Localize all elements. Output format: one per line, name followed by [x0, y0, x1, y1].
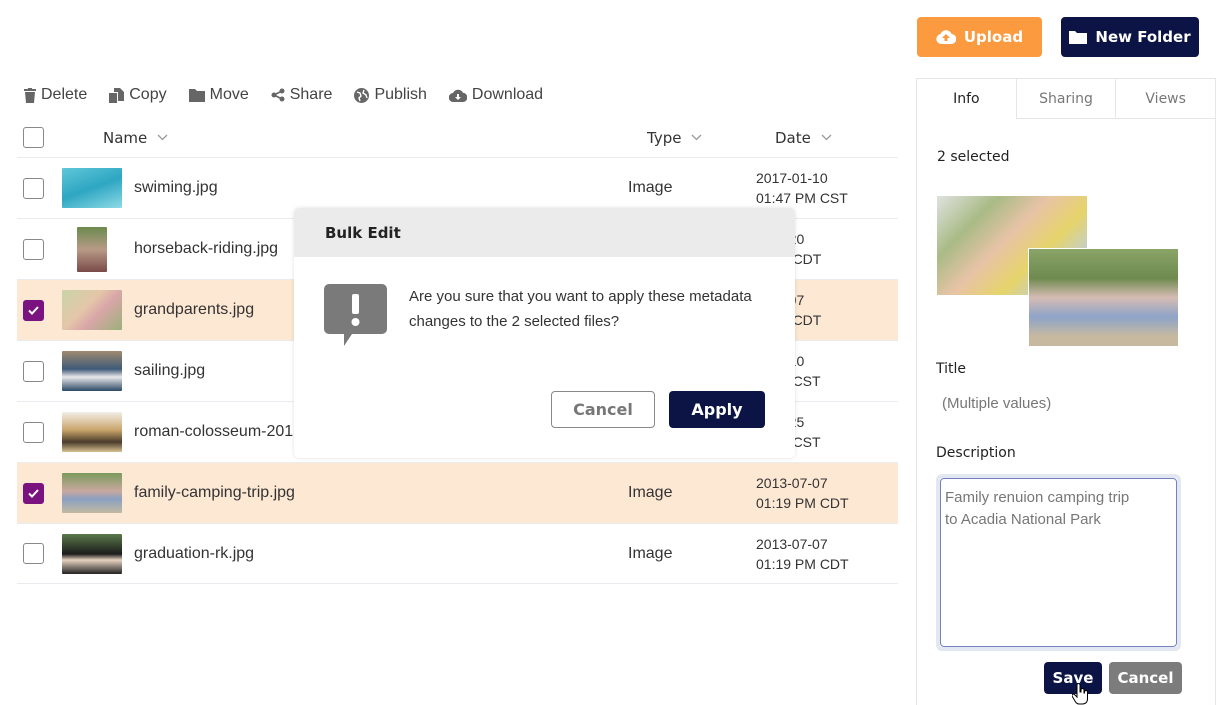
cloud-upload-icon	[936, 30, 956, 44]
thumbnail-colosseum	[62, 412, 122, 452]
file-name[interactable]: swiming.jpg	[134, 179, 628, 197]
thumbnail-horseback	[77, 226, 107, 272]
details-panel: Info Sharing Views 2 selected Title (Mul…	[916, 78, 1216, 705]
trash-icon	[24, 87, 36, 103]
row-checkbox[interactable]	[23, 299, 44, 321]
select-all-checkbox[interactable]	[23, 127, 44, 148]
column-header-type[interactable]: Type	[647, 129, 775, 147]
tab-views[interactable]: Views	[1115, 79, 1216, 119]
share-icon	[271, 88, 285, 102]
chevron-down-icon	[691, 134, 702, 141]
action-toolbar: Delete Copy Move Share Publish Download	[24, 86, 543, 104]
cloud-download-icon	[448, 89, 467, 102]
tab-info[interactable]: Info	[917, 79, 1016, 119]
alert-speech-bubble-icon	[324, 284, 387, 346]
thumbnail-swimming	[62, 168, 122, 208]
checkmark-icon	[28, 488, 39, 498]
share-button[interactable]: Share	[271, 86, 333, 104]
tab-sharing[interactable]: Sharing	[1015, 79, 1116, 119]
file-name[interactable]: family-camping-trip.jpg	[134, 484, 628, 502]
publish-label: Publish	[374, 86, 427, 103]
row-checkbox[interactable]	[23, 421, 44, 443]
download-label: Download	[471, 86, 544, 103]
thumbnail-sailing	[62, 351, 122, 391]
new-folder-button[interactable]: New Folder	[1061, 17, 1199, 57]
file-name[interactable]: graduation-rk.jpg	[134, 545, 628, 563]
upload-label: Upload	[963, 28, 1024, 46]
hand-cursor-icon	[1072, 684, 1088, 705]
table-row[interactable]: family-camping-trip.jpg Image 2013-07-07…	[17, 463, 898, 524]
copy-icon	[109, 87, 125, 103]
file-date: 2013-07-07 01:19 PM CDT	[756, 475, 849, 511]
panel-tabs: Info Sharing Views	[917, 79, 1216, 119]
folder-icon	[1069, 31, 1088, 44]
delete-button[interactable]: Delete	[24, 86, 87, 104]
upload-button[interactable]: Upload	[917, 17, 1042, 57]
move-label: Move	[209, 86, 249, 103]
row-checkbox[interactable]	[23, 177, 44, 199]
publish-button[interactable]: Publish	[354, 86, 427, 104]
new-folder-label: New Folder	[1095, 28, 1191, 46]
table-header: Name Type Date	[17, 118, 898, 158]
dialog-apply-button[interactable]: Apply	[669, 391, 765, 428]
chevron-down-icon	[157, 134, 168, 141]
preview-image-family-camping	[1028, 248, 1179, 347]
file-date: 2013-07-07 01:19 PM CDT	[756, 535, 849, 572]
description-label: Description	[936, 445, 1016, 461]
globe-icon	[354, 87, 370, 103]
description-field-wrapper	[936, 474, 1181, 651]
copy-label: Copy	[129, 86, 167, 103]
thumbnail-family-camping	[62, 473, 122, 513]
file-date: 2017-01-10 01:47 PM CST	[756, 170, 848, 206]
column-header-date[interactable]: Date	[775, 129, 832, 147]
selected-count: 2 selected	[937, 149, 1010, 165]
thumbnail-grandparents	[62, 290, 122, 330]
dialog-title: Bulk Edit	[294, 208, 795, 257]
column-header-name[interactable]: Name	[103, 129, 647, 147]
title-value[interactable]: (Multiple values)	[942, 395, 1051, 412]
file-type: Image	[628, 544, 673, 562]
description-textarea[interactable]	[940, 478, 1177, 647]
panel-cancel-button[interactable]: Cancel	[1109, 662, 1182, 694]
share-label: Share	[289, 86, 333, 103]
thumbnail-graduation	[62, 533, 122, 574]
checkmark-icon	[28, 305, 39, 315]
move-button[interactable]: Move	[188, 86, 249, 104]
row-checkbox[interactable]	[23, 238, 44, 260]
row-checkbox[interactable]	[23, 543, 44, 564]
dialog-message: Are you sure that you want to apply thes…	[409, 288, 752, 330]
file-type: Image	[628, 484, 673, 501]
row-checkbox[interactable]	[23, 360, 44, 382]
title-label: Title	[936, 361, 967, 377]
delete-label: Delete	[41, 86, 88, 103]
file-type: Image	[628, 179, 673, 196]
download-button[interactable]: Download	[448, 86, 544, 104]
dialog-cancel-button[interactable]: Cancel	[551, 391, 655, 428]
copy-button[interactable]: Copy	[109, 86, 167, 104]
folder-icon	[188, 88, 205, 102]
table-row[interactable]: graduation-rk.jpg Image 2013-07-07 01:19 …	[17, 524, 898, 584]
chevron-down-icon	[821, 134, 832, 141]
bulk-edit-dialog: Bulk Edit Are you sure that you want to …	[294, 208, 795, 458]
row-checkbox[interactable]	[23, 482, 44, 504]
